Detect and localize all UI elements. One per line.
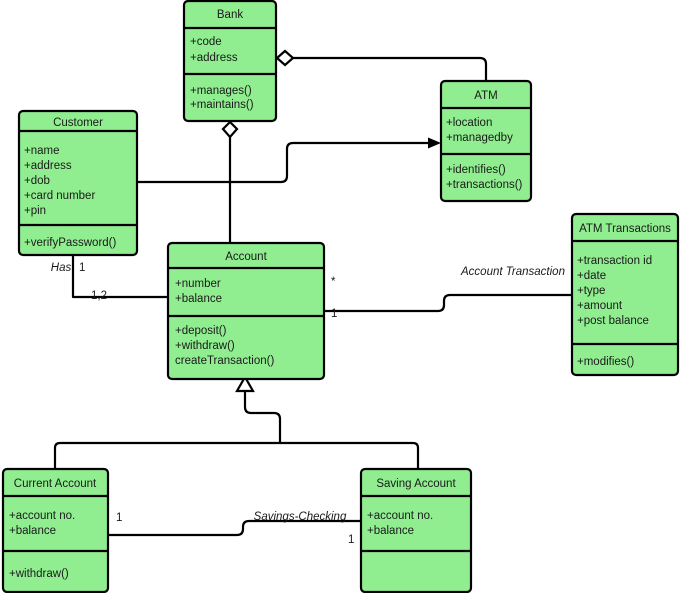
class-operation: +withdraw(): [9, 568, 69, 580]
mult-account-star: *: [331, 276, 336, 288]
class-attribute: +managedby: [446, 132, 513, 144]
class-box-account[interactable]: Account +number +balance +deposit() +wit…: [166, 241, 326, 381]
class-name-current-account: Current Account: [14, 478, 97, 490]
class-operation: +maintains(): [190, 99, 254, 111]
class-attribute: +pin: [24, 205, 46, 217]
class-name-atm-transactions: ATM Transactions: [579, 223, 671, 235]
class-box-current-account[interactable]: Current Account +account no. +balance +w…: [1, 467, 110, 593]
class-box-atm-transactions[interactable]: ATM Transactions +transaction id +date +…: [570, 212, 680, 377]
class-operation: +modifies(): [577, 356, 634, 368]
aggregation-diamond-bank-atm: [275, 49, 295, 67]
class-name-customer: Customer: [53, 117, 103, 129]
class-attribute: +date: [577, 270, 606, 282]
class-attribute: +balance: [9, 525, 56, 537]
mult-account-one: 1: [331, 308, 337, 320]
edge-customer-atm-line: [138, 141, 433, 184]
edge-current-saving-line: [109, 519, 360, 537]
class-operation: createTransaction(): [175, 355, 274, 367]
class-operation: +deposit(): [175, 325, 227, 337]
edge-generalization-left: [53, 390, 282, 468]
edge-account-atmtransactions-line: [325, 293, 572, 313]
edge-account-atmtransactions: [325, 293, 572, 313]
class-operation: +transactions(): [446, 179, 523, 191]
mult-has-left: 1: [79, 262, 85, 274]
class-attribute: +name: [24, 145, 59, 157]
class-operation: +identifies(): [446, 164, 506, 176]
class-box-saving-account[interactable]: Saving Account +account no. +balance: [359, 467, 473, 593]
edge-customer-account: [71, 256, 167, 299]
class-box-atm[interactable]: ATM +location +managedby +identifies() +…: [439, 79, 533, 203]
edge-customer-account-line: [71, 256, 167, 299]
class-box-bank[interactable]: Bank +code +address +manages() +maintain…: [182, 0, 278, 123]
class-attribute: +balance: [175, 293, 222, 305]
class-attribute: +balance: [367, 525, 414, 537]
assoc-label-has: Has: [51, 262, 72, 274]
class-attribute: +account no.: [367, 510, 433, 522]
edge-generalization: [53, 374, 420, 468]
class-box-customer[interactable]: Customer +name +address +dob +card numbe…: [17, 109, 139, 257]
mult-current-account: 1: [116, 512, 122, 524]
edge-current-saving: [109, 519, 360, 537]
class-attribute: +type: [577, 285, 605, 297]
class-attribute: +post balance: [577, 315, 649, 327]
diagram-canvas: Bank +code +address +manages() +maintain…: [1, 0, 680, 593]
aggregation-diamond-bank-account: [221, 120, 239, 139]
class-attribute: +address: [24, 160, 72, 172]
class-attribute: +transaction id: [577, 255, 652, 267]
arrowhead-customer-atm: [428, 137, 441, 149]
mult-has-right: 1,2: [91, 290, 107, 302]
class-attribute: +card number: [24, 190, 95, 202]
class-operation: +manages(): [190, 85, 252, 97]
class-name-atm: ATM: [474, 90, 497, 102]
uml-class-diagram: Bank +code +address +manages() +maintain…: [0, 0, 680, 593]
class-name-saving-account: Saving Account: [376, 478, 456, 490]
class-attribute: +dob: [24, 175, 50, 187]
class-operation: +withdraw(): [175, 340, 235, 352]
assoc-label-account-transaction: Account Transaction: [460, 266, 565, 278]
class-attribute: +address: [190, 52, 238, 64]
edge-bank-atm: [275, 49, 488, 82]
edge-bank-atm-line: [292, 56, 488, 82]
edge-generalization-right: [280, 441, 420, 468]
class-attribute: +location: [446, 117, 492, 129]
class-attribute: +number: [175, 278, 221, 290]
class-attribute: +code: [190, 36, 222, 48]
class-name-bank: Bank: [217, 9, 243, 21]
assoc-label-savings-checking: Savings-Checking: [254, 511, 347, 523]
class-operation: +verifyPassword(): [24, 237, 117, 249]
class-attribute: +amount: [577, 300, 623, 312]
class-name-account: Account: [225, 251, 267, 263]
mult-saving-account: 1: [348, 534, 354, 546]
class-attribute: +account no.: [9, 510, 75, 522]
edge-customer-atm: [138, 137, 441, 184]
